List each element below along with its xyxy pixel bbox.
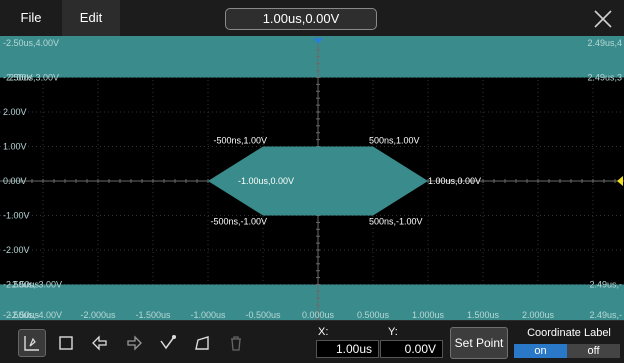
mask-point-label: 500ns,1.00V bbox=[369, 136, 420, 146]
delete-icon[interactable] bbox=[222, 329, 250, 357]
time-axis-label: 1.500us bbox=[467, 310, 500, 320]
mask-point-label: 1.00us,0.00V bbox=[428, 176, 481, 186]
mask-plot-svg[interactable]: -1.00us,0.00V -500ns,1.00V 500ns,1.00V 1.00… bbox=[0, 36, 624, 320]
trigger-level-icon bbox=[617, 176, 623, 186]
menu-file[interactable]: File bbox=[0, 0, 62, 36]
x-coordinate-label: X: bbox=[318, 326, 329, 338]
cursor-readout: 1.00us,0.00V bbox=[225, 8, 377, 30]
coordinate-label-title: Coordinate Label bbox=[527, 327, 611, 339]
right-axis-label: 2.49us,- bbox=[589, 310, 622, 320]
right-axis-label: 2.49us,- bbox=[589, 280, 622, 290]
right-axis-label: 2.49us,4 bbox=[587, 38, 622, 48]
left-overlay-label: -2.50us bbox=[9, 310, 40, 320]
left-axis-label: -1.00V bbox=[3, 211, 30, 221]
left-axis-label: 0.00V bbox=[3, 176, 27, 186]
mask-edit-tool-icon[interactable] bbox=[154, 329, 182, 357]
undo-icon[interactable] bbox=[86, 329, 114, 357]
left-overlay-label: -2.50us bbox=[9, 280, 40, 290]
time-axis-label: -0.500us bbox=[245, 310, 281, 320]
y-coordinate-label: Y: bbox=[388, 326, 398, 338]
redo-icon[interactable] bbox=[120, 329, 148, 357]
set-point-button[interactable]: Set Point bbox=[450, 327, 508, 359]
toggle-on-option[interactable]: on bbox=[514, 344, 567, 358]
polygon-tool-icon[interactable] bbox=[188, 329, 216, 357]
left-axis-label: 1.00V bbox=[3, 142, 27, 152]
rectangle-tool-icon[interactable] bbox=[52, 329, 80, 357]
time-axis-label: 0.500us bbox=[357, 310, 390, 320]
time-axis-label: -1.000us bbox=[190, 310, 226, 320]
bottom-toolbar: X: 1.00us Y: 0.00V Set Point Coordinate … bbox=[0, 320, 624, 363]
select-tool-icon[interactable] bbox=[18, 329, 46, 357]
time-axis-label: -1.500us bbox=[135, 310, 171, 320]
mask-point-label: -500ns,1.00V bbox=[213, 136, 267, 146]
left-axis-label: -2.50us,4.00V bbox=[3, 38, 59, 48]
left-axis-label: -2.00V bbox=[3, 245, 30, 255]
coordinate-label-toggle[interactable]: on off bbox=[514, 344, 620, 358]
time-axis-label: 1.000us bbox=[412, 310, 445, 320]
top-menu-bar: File Edit 1.00us,0.00V bbox=[0, 0, 624, 36]
upper-mask-band bbox=[0, 36, 624, 78]
right-axis-label: 2.49us,3 bbox=[587, 73, 622, 83]
x-coordinate-field[interactable]: 1.00us bbox=[316, 340, 379, 358]
close-icon[interactable] bbox=[592, 8, 614, 30]
y-coordinate-field[interactable]: 0.00V bbox=[380, 340, 443, 358]
mask-point-label: 500ns,-1.00V bbox=[369, 217, 423, 227]
time-axis-label: 0.000us bbox=[302, 310, 335, 320]
mask-point-label: -500ns,-1.00V bbox=[210, 217, 267, 227]
menu-edit[interactable]: Edit bbox=[62, 0, 120, 36]
toggle-off-option[interactable]: off bbox=[567, 344, 620, 358]
left-overlay-label: 2.00V bbox=[9, 73, 33, 83]
mask-point-label: -1.00us,0.00V bbox=[238, 176, 294, 186]
mask-plot-area[interactable]: -1.00us,0.00V -500ns,1.00V 500ns,1.00V 1.00… bbox=[0, 36, 624, 320]
time-axis-label: -2.000us bbox=[80, 310, 116, 320]
time-axis-label: 2.000us bbox=[522, 310, 555, 320]
left-axis-label: 2.00V bbox=[3, 107, 27, 117]
